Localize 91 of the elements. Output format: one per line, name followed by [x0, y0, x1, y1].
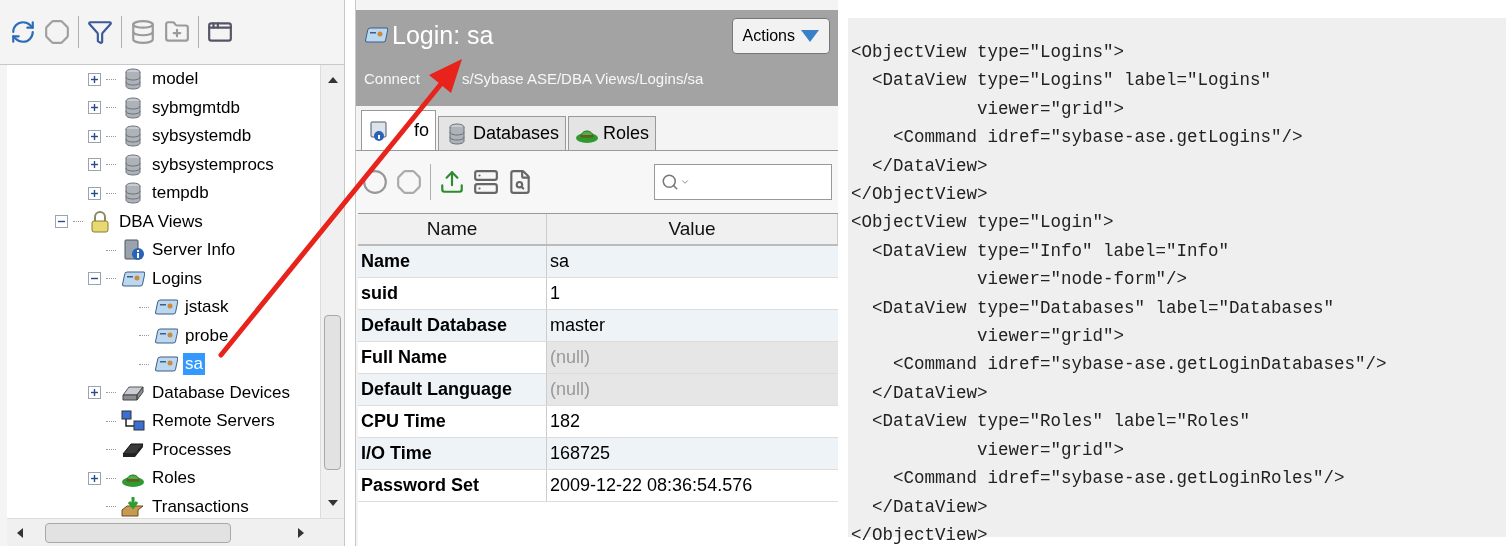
scrollbar-thumb[interactable]: [45, 523, 231, 543]
code-line: <DataView type="Roles" label="Roles": [871, 410, 1251, 434]
code-line: <ObjectView type="Login">: [851, 211, 1114, 235]
server-icon[interactable]: [473, 169, 499, 195]
tab[interactable]: Roles: [568, 116, 657, 150]
table-cell: (null): [547, 374, 838, 405]
tree-item[interactable]: Remote Servers: [150, 410, 277, 433]
table-cell: Name: [358, 246, 547, 277]
table-cell-text: sa: [549, 250, 570, 273]
breadcrumb-path: Connect: [364, 69, 420, 89]
expand-toggle[interactable]: [88, 471, 101, 485]
code-line: viewer="node-form"/>: [976, 268, 1188, 292]
vertical-scrollbar[interactable]: [320, 65, 344, 518]
tree-item[interactable]: tempdb: [150, 182, 211, 205]
tree-item[interactable]: Logins: [150, 267, 205, 290]
tree-item[interactable]: jstask: [183, 296, 231, 319]
code-line: <Command idref="sybase-ase.getLoginRoles"/>: [892, 467, 1345, 491]
expand-toggle[interactable]: [88, 129, 101, 143]
expand-toggle[interactable]: [88, 72, 101, 86]
expand-toggle[interactable]: [88, 186, 101, 200]
tab[interactable]: fo: [361, 110, 436, 150]
document-search-icon[interactable]: [507, 169, 533, 195]
code-line: <Command idref="sybase-ase.getLoginDatabases"/>: [892, 353, 1387, 377]
table-cell-text: 182: [549, 410, 582, 433]
code-line: </DataView>: [871, 495, 988, 519]
inbox-tray-icon: [121, 495, 145, 518]
tree-item[interactable]: Database Devices: [150, 381, 292, 404]
table-cell: suid: [358, 278, 547, 309]
upload-icon[interactable]: [439, 169, 465, 195]
table-cell: Default Database: [358, 310, 547, 341]
folder-add-icon[interactable]: [164, 19, 190, 45]
id-card-icon: [364, 24, 388, 46]
tab[interactable]: Databases: [438, 116, 567, 150]
code-line: </ObjectView>: [851, 183, 988, 207]
refresh-icon[interactable]: [10, 19, 36, 45]
code-line: viewer="grid">: [976, 438, 1125, 462]
tree-item[interactable]: model: [150, 68, 201, 91]
scroll-down-icon[interactable]: [327, 500, 338, 506]
code-line: <DataView type="Info" label="Info": [871, 239, 1230, 263]
scroll-left-icon[interactable]: [17, 527, 23, 538]
table-cell: (null): [547, 342, 838, 373]
tree-item[interactable]: Transactions: [150, 495, 251, 518]
tree-item[interactable]: Roles: [150, 467, 198, 490]
tree-item[interactable]: sybmgmtdb: [150, 96, 242, 119]
window-icon[interactable]: [207, 19, 233, 45]
table-cell-text: 2009-12-22 08:36:54.576: [549, 474, 754, 497]
expand-toggle[interactable]: [88, 386, 101, 400]
filter-icon[interactable]: [87, 19, 113, 45]
caret-icon: [680, 177, 690, 187]
actions-button[interactable]: Actions: [731, 18, 830, 54]
expand-toggle[interactable]: [88, 158, 101, 172]
tree-item[interactable]: Server Info: [150, 239, 238, 262]
networked-computers-icon: [121, 410, 145, 433]
column-header[interactable]: Name: [358, 214, 547, 244]
table-cell: CPU Time: [358, 406, 547, 437]
circle-icon[interactable]: [362, 169, 388, 195]
server-info-icon: [121, 239, 145, 262]
breadcrumb-path: s/Sybase ASE/DBA Views/Logins/sa: [461, 69, 704, 89]
code-line: <ObjectView type="Logins">: [851, 41, 1125, 64]
tree-item[interactable]: sybsystemdb: [150, 125, 254, 148]
tree-item[interactable]: probe: [183, 324, 231, 347]
scroll-right-icon[interactable]: [298, 527, 304, 538]
search-field[interactable]: [654, 164, 832, 200]
table-cell-text: 1: [549, 282, 561, 305]
code-line: <DataView type="Logins" label="Logins": [871, 69, 1272, 93]
code-line: </DataView>: [871, 381, 988, 405]
padlock-icon: [88, 210, 112, 233]
scrollbar-thumb[interactable]: [324, 315, 341, 470]
database-icon[interactable]: [130, 19, 156, 45]
code-line: </DataView>: [871, 154, 988, 178]
code-line: <Command idref="sybase-ase.getLogins"/>: [892, 126, 1303, 150]
table-cell: Password Set: [358, 470, 547, 501]
page-title: Login: sa: [392, 20, 494, 51]
table-cell-text: master: [549, 314, 606, 337]
horizontal-scrollbar[interactable]: [7, 518, 344, 546]
search-icon: [661, 173, 679, 191]
code-line: viewer="grid">: [976, 325, 1125, 349]
table-cell: I/O Time: [358, 438, 547, 469]
column-header[interactable]: Value: [547, 214, 838, 244]
tree-item[interactable]: Processes: [150, 438, 234, 461]
collapse-toggle[interactable]: [88, 272, 101, 286]
collapse-toggle[interactable]: [55, 215, 68, 229]
tree-item[interactable]: sybsystemprocs: [150, 153, 276, 176]
table-cell-text: 168725: [549, 442, 612, 465]
code-line: <DataView type="Databases" label="Databases": [871, 296, 1335, 320]
tree-item[interactable]: DBA Views: [117, 210, 205, 233]
code-line: </ObjectView>: [851, 523, 988, 546]
expand-toggle[interactable]: [88, 101, 101, 115]
code-line: viewer="grid">: [976, 97, 1125, 121]
scroll-up-icon[interactable]: [327, 77, 338, 83]
dropdown-caret-icon: [801, 30, 819, 42]
